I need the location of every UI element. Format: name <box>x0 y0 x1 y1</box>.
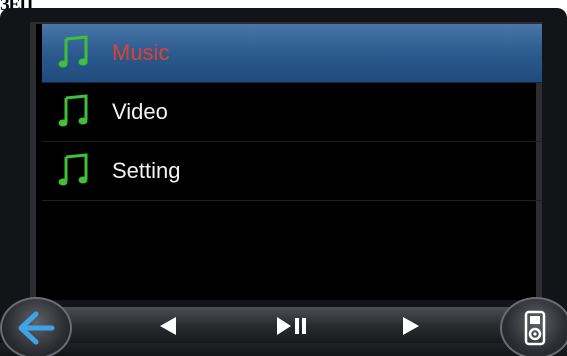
media-player-icon <box>524 310 546 346</box>
device-frame: Music Video Setting <box>0 8 567 356</box>
previous-icon <box>160 317 176 335</box>
next-button[interactable] <box>398 315 424 337</box>
next-icon <box>403 317 419 335</box>
play-pause-button[interactable] <box>272 315 312 337</box>
music-note-icon <box>58 94 88 127</box>
play-pause-icon <box>277 317 306 335</box>
screen: Music Video Setting <box>30 22 542 300</box>
music-note-icon <box>58 153 88 186</box>
back-button[interactable] <box>0 297 72 356</box>
page: ЗЕЦ Music Video Setting <box>0 0 567 356</box>
menu-item-label: Video <box>112 99 168 124</box>
floor-reflection <box>0 343 567 356</box>
menu-item-setting[interactable]: Setting <box>42 142 542 201</box>
media-player-button[interactable] <box>500 297 567 356</box>
menu-item-label: Setting <box>112 158 181 183</box>
menu-item-music[interactable]: Music <box>42 24 542 83</box>
control-bar <box>0 293 567 356</box>
music-note-icon <box>58 35 88 68</box>
back-arrow-icon <box>18 311 55 345</box>
menu-item-video[interactable]: Video <box>42 83 542 142</box>
main-menu: Music Video Setting <box>42 24 542 201</box>
menu-item-label: Music <box>112 40 170 65</box>
previous-button[interactable] <box>155 315 181 337</box>
